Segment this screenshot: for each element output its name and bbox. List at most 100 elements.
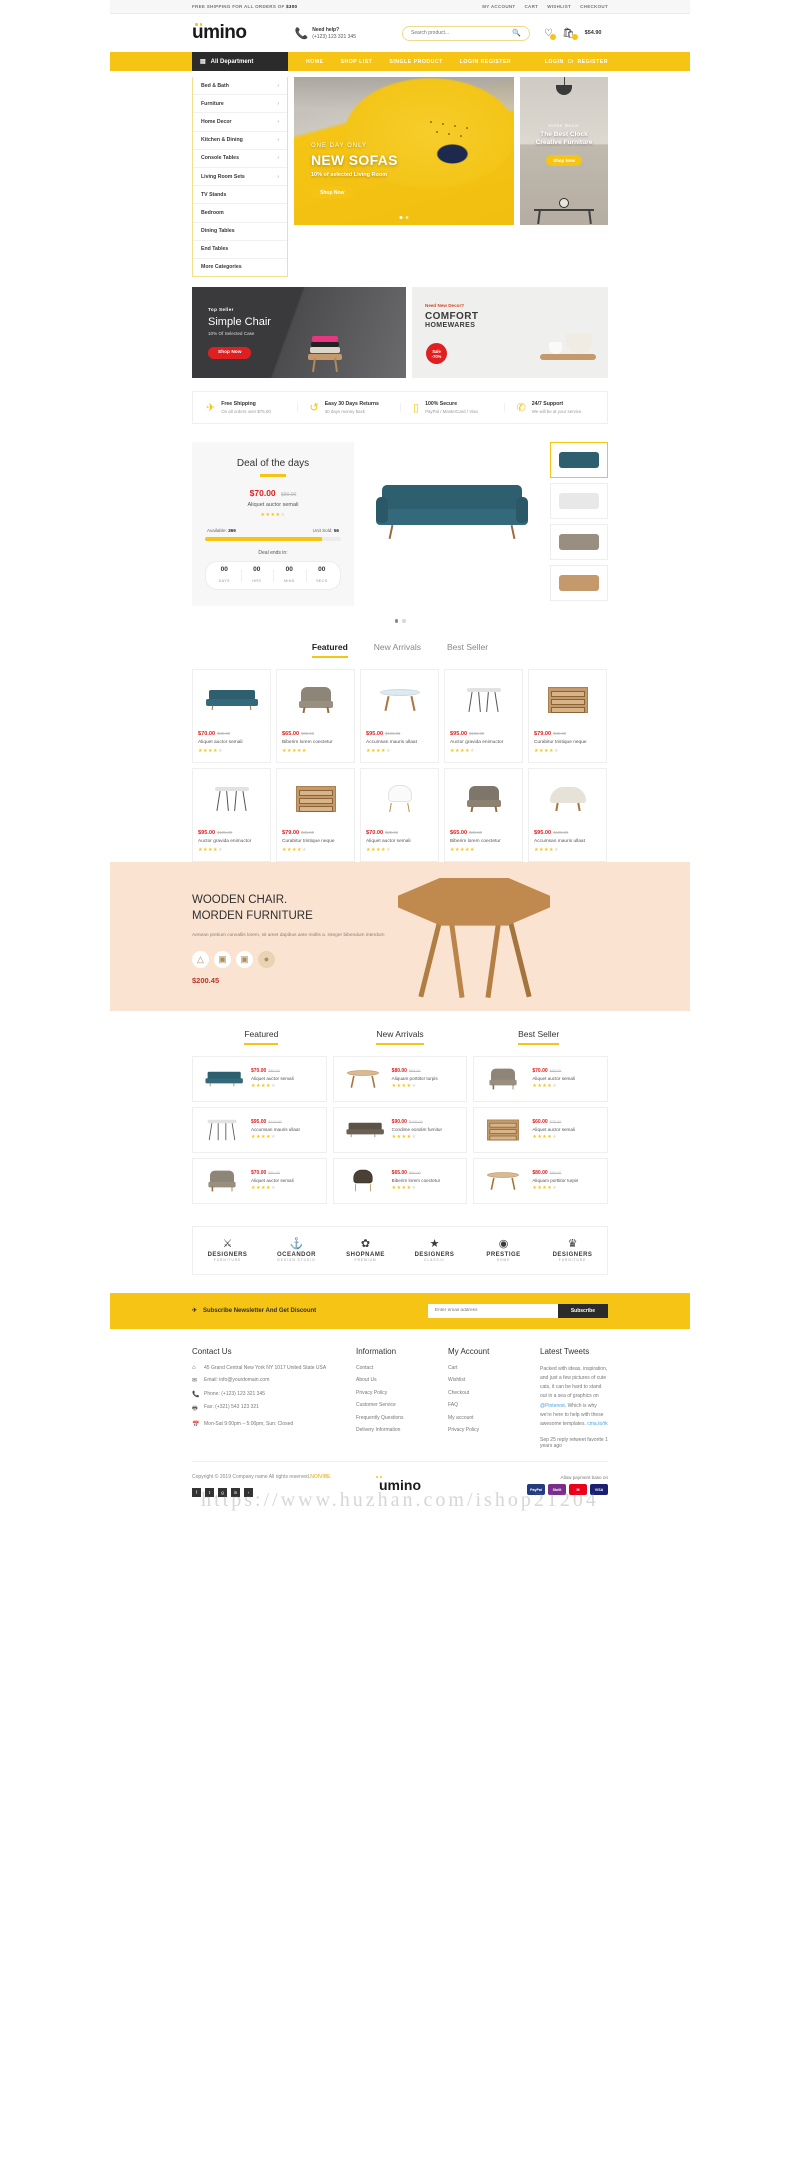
cart-icon[interactable]: 🛍: [562, 28, 578, 40]
hero-dot-2[interactable]: [405, 216, 409, 219]
footer-link-privacy-policy-2[interactable]: Privacy Policy: [448, 1427, 530, 1433]
brand-logo[interactable]: ★ DESIGNERS CLASSIC: [400, 1238, 469, 1262]
side-shop-now-button[interactable]: Shop Now: [546, 154, 582, 166]
brand-logo[interactable]: ✿ SHOPNAME PREMIUM: [331, 1238, 400, 1262]
deal-slider-pagination[interactable]: [110, 606, 690, 626]
search-input[interactable]: [411, 30, 513, 36]
swatch-chair-1[interactable]: △: [192, 950, 209, 968]
search-icon[interactable]: 🔍: [512, 29, 521, 37]
dept-item-home-decor[interactable]: Home Decor ›: [193, 113, 287, 132]
list-item[interactable]: $80.00 $95.00 Aliquam porttitor turpis ★★★★…: [332, 1055, 468, 1102]
nav-link-home[interactable]: HOME: [306, 59, 324, 65]
footer-link-wishlist[interactable]: Wishlist: [448, 1377, 530, 1383]
tab-featured[interactable]: Featured: [311, 642, 348, 658]
footer-link-my-account[interactable]: My account: [448, 1415, 530, 1421]
hero-dot-1[interactable]: [399, 216, 403, 219]
dept-item-more-categories[interactable]: More Categories: [193, 259, 287, 276]
hero-pagination[interactable]: [399, 216, 409, 219]
footer-link-privacy-policy[interactable]: Privacy Policy: [356, 1390, 438, 1396]
search-box[interactable]: 🔍: [402, 25, 530, 41]
twitter-icon[interactable]: t: [205, 1487, 214, 1497]
top-link-my-account[interactable]: MY ACCOUNT: [482, 4, 515, 9]
product-card[interactable]: $65.00 $80.00 Biberim lorem coectetur ★★★★★: [276, 668, 355, 763]
product-card[interactable]: $70.00 $80.00 Aliquet auctor semali ★★★★★: [360, 767, 439, 862]
hero-side-banner[interactable]: Home Decor The Best Clock Creative Furnit…: [520, 77, 608, 225]
dept-item-console-tables[interactable]: Console Tables ›: [193, 150, 287, 168]
facebook-icon[interactable]: f: [192, 1487, 201, 1497]
col-tab-best-seller[interactable]: Best Seller: [518, 1029, 560, 1045]
nav-login-link[interactable]: LOGIN: [545, 59, 564, 65]
product-card[interactable]: $79.00 $95.00 Curabitur tristique neque ★★★…: [528, 668, 607, 763]
list-item[interactable]: $70.00 $80.00 Aliquet auctor semali ★★★★★: [192, 1157, 327, 1204]
top-link-cart[interactable]: CART: [524, 4, 538, 9]
footer-link-faq[interactable]: FAQ: [448, 1402, 530, 1408]
swatch-chair-2[interactable]: ▣: [214, 950, 231, 968]
google-icon[interactable]: g: [218, 1487, 227, 1497]
hero-slider[interactable]: ONE DAY ONLY NEW SOFAS 10% of selected L…: [294, 77, 514, 225]
tweet-mention-link[interactable]: @Pinterest: [540, 1403, 565, 1409]
col-tab-new-arrivals[interactable]: New Arrivals: [376, 1029, 424, 1045]
promo-banner-simple-chair[interactable]: Top Seller Simple Chair 10% Of Selected …: [192, 287, 406, 379]
nav-link-login-register[interactable]: LOGIN REGISTER: [460, 59, 511, 65]
list-item[interactable]: $90.00 $105.00 Condime eondim furnitur ★★★★…: [332, 1106, 468, 1153]
product-card[interactable]: $70.00 $80.00 Aliquet auctor semali ★★★★★: [192, 668, 271, 763]
deal-thumb-1[interactable]: [550, 442, 608, 479]
promo-left-shop-now-button[interactable]: Shop Now: [208, 346, 252, 359]
deal-thumb-3[interactable]: [550, 524, 608, 561]
copyright-brand-link[interactable]: NOIVIBE: [310, 1474, 330, 1480]
list-item[interactable]: $70.00 $80.00 Aliquet auctor semali ★★★★★: [192, 1055, 327, 1102]
deal-dot-1[interactable]: [394, 619, 398, 623]
brand-logo[interactable]: ⚓ OCEANDOR DESIGN STUDIO: [262, 1238, 331, 1262]
tab-new-arrivals[interactable]: New Arrivals: [374, 642, 421, 658]
footer-link-customer-service[interactable]: Customer Service: [356, 1402, 438, 1408]
site-logo[interactable]: umino: [192, 22, 247, 44]
footer-email[interactable]: ✉ Email: info@yourdomain.com: [192, 1377, 346, 1384]
top-link-checkout[interactable]: CHECKOUT: [580, 4, 608, 9]
deal-thumb-2[interactable]: [550, 483, 608, 520]
footer-link-checkout[interactable]: Checkout: [448, 1390, 530, 1396]
list-item[interactable]: $65.00 $80.00 Biberim lorem coectetur ★★★★★: [332, 1157, 468, 1204]
promo-banner-comfort-homewares[interactable]: Need New Decor? COMFORT HOMEWARES Sale -…: [412, 287, 608, 379]
brand-logo[interactable]: ♛ DESIGNERS FURNITURE: [538, 1238, 607, 1262]
all-department-button[interactable]: ▤ All Department: [192, 52, 288, 71]
nav-link-single-product[interactable]: SINGLE PRODUCT: [389, 59, 442, 65]
dept-item-bedroom[interactable]: Bedroom: [193, 204, 287, 223]
hero-shop-now-button[interactable]: Shop Now: [311, 186, 354, 199]
product-card[interactable]: $95.00 $100.00 Accumsan mauris ullaat ★★★★★: [360, 668, 439, 763]
top-link-wishlist[interactable]: WISHLIST: [547, 4, 571, 9]
product-card[interactable]: $95.00 $105.00 Auctor gravida enimuctor ★★★…: [444, 668, 523, 763]
brand-logo[interactable]: ⚔ DESIGNERS FURNITURE: [193, 1238, 262, 1262]
dept-item-furniture[interactable]: Furniture ›: [193, 95, 287, 114]
nav-register-link[interactable]: REGISTER: [577, 59, 608, 65]
footer-link-contact[interactable]: Contact: [356, 1365, 438, 1371]
product-card[interactable]: $95.00 $100.00 Accumsan mauris ullaat ★★★★★: [528, 767, 607, 862]
brand-logo[interactable]: ◉ PRESTIGE HOME: [469, 1238, 538, 1262]
product-card[interactable]: $95.00 $105.00 Auctor gravida enimuctor ★★★…: [192, 767, 271, 862]
dept-item-tv-stands[interactable]: TV Stands: [193, 186, 287, 205]
swatch-chair-3[interactable]: ▣: [236, 950, 253, 968]
newsletter-subscribe-button[interactable]: Subscribe: [557, 1303, 608, 1318]
footer-link-about-us[interactable]: About Us: [356, 1377, 438, 1383]
rss-icon[interactable]: ›: [244, 1487, 253, 1497]
dept-item-bed-bath[interactable]: Bed & Bath ›: [193, 77, 287, 96]
footer-link-frequently-questions[interactable]: Frequently Questions: [356, 1415, 438, 1421]
dept-item-kitchen-dining[interactable]: Kitchen & Dining ›: [193, 132, 287, 150]
linkedin-icon[interactable]: in: [231, 1487, 240, 1497]
dept-item-end-tables[interactable]: End Tables: [193, 241, 287, 259]
product-card[interactable]: $65.00 $80.00 Biberim lorem coectetur ★★★★★: [444, 767, 523, 862]
list-item[interactable]: $70.00 $85.00 Aliquet auctor semali ★★★★★: [473, 1055, 609, 1102]
list-item[interactable]: $95.00 $110.00 Accumsan mauris ullaat ★★★★★: [192, 1106, 327, 1153]
footer-logo[interactable]: umino: [342, 1476, 458, 1493]
deal-thumb-4[interactable]: [550, 565, 608, 602]
tab-best-seller[interactable]: Best Seller: [447, 642, 488, 658]
footer-link-cart[interactable]: Cart: [448, 1365, 530, 1371]
wishlist-icon[interactable]: ♡: [544, 28, 556, 40]
dept-item-living-room-sets[interactable]: Living Room Sets ›: [193, 168, 287, 187]
col-tab-featured[interactable]: Featured: [244, 1029, 279, 1045]
nav-link-shop-list[interactable]: SHOP LIST: [341, 59, 373, 65]
newsletter-email-input[interactable]: [427, 1303, 558, 1318]
tweet-short-link[interactable]: cma.to/rk: [587, 1421, 608, 1427]
deal-dot-2[interactable]: [402, 619, 406, 623]
list-item[interactable]: $80.00 $95.00 Aliquam porttitor turpis ★★★★…: [473, 1157, 609, 1204]
product-card[interactable]: $79.00 $95.00 Curabitur tristique neque ★★★…: [276, 767, 355, 862]
